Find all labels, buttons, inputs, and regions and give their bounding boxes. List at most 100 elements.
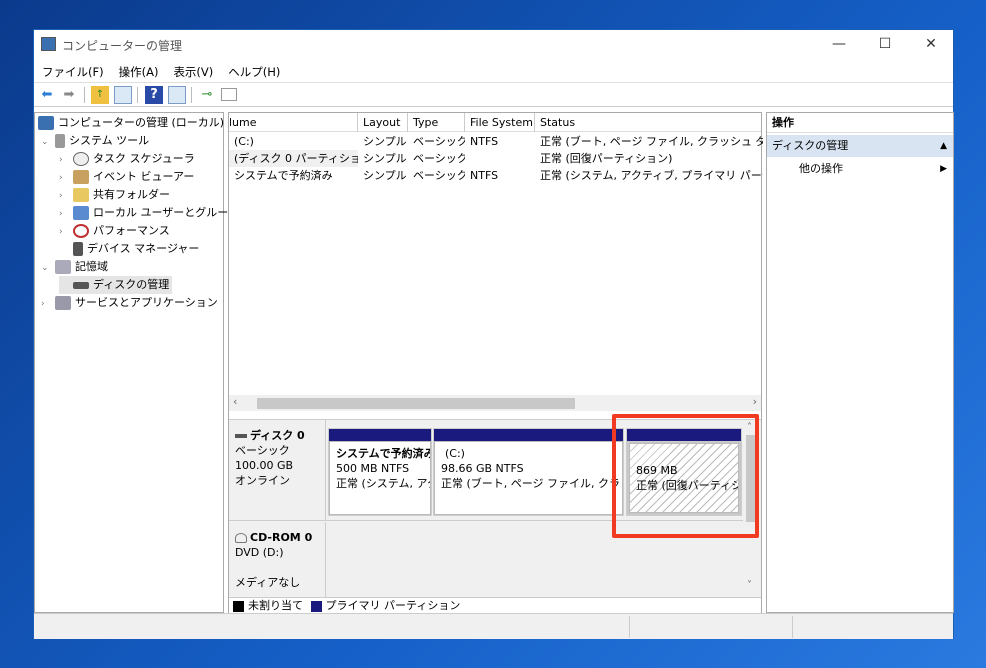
recovery-partition-highlight — [612, 414, 759, 538]
volume-cell: ベーシック — [413, 169, 465, 182]
chevron-down-icon[interactable]: ⌄ — [41, 259, 55, 277]
volume-cell: (ディスク 0 パーティション 3) — [229, 150, 358, 167]
tree-item-device-manager[interactable]: デバイス マネージャー — [59, 240, 199, 258]
tree-root[interactable]: コンピューターの管理 (ローカル) — [38, 114, 224, 132]
menu-file[interactable]: ファイル(F) — [34, 59, 111, 80]
column-status[interactable]: Status — [535, 113, 763, 132]
partition-size: 98.66 GB NTFS — [441, 462, 524, 475]
disk-icon — [235, 434, 247, 438]
help-icon[interactable]: ? — [145, 86, 163, 104]
status-bar — [34, 613, 953, 639]
partition-status: 正常 (システム, アク — [336, 477, 431, 490]
tree-label: イベント ビューアー — [93, 170, 195, 183]
properties-icon[interactable] — [221, 88, 237, 101]
volume-cell: (C:) — [234, 135, 254, 148]
cd-rom-icon — [235, 533, 247, 543]
volume-cell: NTFS — [470, 135, 499, 148]
title-bar: コンピューターの管理 — ☐ ✕ — [34, 30, 953, 59]
chevron-right-icon[interactable]: › — [41, 295, 55, 313]
tree-label: 記憶域 — [75, 260, 108, 273]
disk-0-label[interactable]: ディスク 0 ベーシック 100.00 GB オンライン — [229, 420, 326, 520]
tree-item-system-tools[interactable]: ⌄ システム ツール — [41, 132, 149, 150]
tree-item-local-users[interactable]: › ローカル ユーザーとグループ — [59, 204, 239, 222]
toolbar-separator — [84, 87, 85, 103]
collapse-arrow-icon[interactable]: ▲ — [940, 135, 947, 157]
column-type[interactable]: Type — [408, 113, 465, 132]
partition-c-drive[interactable]: (C:) 98.66 GB NTFS 正常 (ブート, ページ ファイル, クラ… — [433, 428, 624, 516]
volume-cell: 正常 (システム, アクティブ, プライマリ パーティショ — [540, 169, 763, 182]
volume-row[interactable]: システムで予約済み シンプル ベーシック NTFS 正常 (システム, アクティブ, プ… — [229, 167, 763, 184]
cdrom-0-label[interactable]: CD-ROM 0 DVD (D:) メディアなし — [229, 522, 326, 597]
scroll-down-arrow[interactable]: ˅ — [747, 580, 752, 591]
tree-label: ローカル ユーザーとグループ — [93, 206, 239, 219]
scrollbar-thumb[interactable] — [257, 398, 575, 409]
back-arrow-icon[interactable]: ⬅ — [38, 86, 56, 104]
scroll-left-arrow[interactable]: ‹ — [233, 395, 237, 408]
volume-cell: ベーシック — [413, 135, 465, 148]
column-volume[interactable]: lume — [229, 113, 358, 132]
tree-item-task-scheduler[interactable]: › タスク スケジューラ — [59, 150, 195, 168]
volume-cell: 正常 (回復パーティション) — [540, 152, 673, 165]
unallocated-swatch — [233, 600, 244, 612]
scroll-right-arrow[interactable]: › — [753, 395, 757, 408]
legend: 未割り当て プライマリ パーティション — [229, 597, 761, 613]
menu-bar: ファイル(F) 操作(A) 表示(V) ヘルプ(H) — [34, 59, 953, 83]
computer-management-icon — [41, 37, 56, 51]
volume-cell: ベーシック — [413, 152, 465, 165]
tree-item-services-applications[interactable]: › サービスとアプリケーション — [41, 294, 218, 312]
tree-item-shared-folders[interactable]: › 共有フォルダー — [59, 186, 170, 204]
clock-icon — [73, 152, 89, 166]
partition-name: システムで予約済み — [336, 447, 431, 460]
close-button[interactable]: ✕ — [908, 30, 954, 59]
show-hide-action-pane-icon[interactable] — [168, 86, 186, 104]
show-hide-tree-icon[interactable] — [114, 86, 132, 104]
volume-row[interactable]: (ディスク 0 パーティション 3) シンプルベーシック 正常 (回復パーティション… — [229, 150, 761, 167]
disk-state: メディアなし — [235, 576, 301, 589]
tree-item-event-viewer[interactable]: › イベント ビューアー — [59, 168, 194, 186]
partition-size: 500 MB NTFS — [336, 462, 410, 475]
tree-label: ディスクの管理 — [93, 278, 170, 291]
up-folder-icon[interactable]: ↑ — [91, 86, 109, 104]
tree-label: システム ツール — [69, 134, 150, 147]
chevron-right-icon[interactable]: › — [59, 151, 73, 169]
navigation-tree: コンピューターの管理 (ローカル) ⌄ システム ツール › タスク スケジューラ … — [34, 112, 239, 613]
actions-section-disk-management[interactable]: ディスクの管理 ▲ — [767, 135, 953, 157]
status-divider — [629, 616, 630, 638]
volume-cell: シンプル — [363, 135, 407, 148]
toolbar: ⬅ ➡ ↑ ? ⊸ — [34, 83, 953, 107]
partition-body: (C:) 98.66 GB NTFS 正常 (ブート, ページ ファイル, クラ… — [434, 441, 623, 515]
menu-view[interactable]: 表示(V) — [165, 59, 220, 80]
storage-icon — [55, 260, 71, 274]
volume-cell: 正常 (ブート, ページ ファイル, クラッシュ ダンプ, プ — [540, 135, 763, 148]
tree-item-performance[interactable]: › パフォーマンス — [59, 222, 170, 240]
tree-item-storage[interactable]: ⌄ 記憶域 — [41, 258, 108, 276]
volume-cell: シンプル — [363, 169, 407, 182]
primary-partition-swatch — [310, 600, 322, 612]
connect-icon[interactable]: ⊸ — [198, 86, 216, 104]
forward-arrow-icon[interactable]: ➡ — [60, 86, 78, 104]
more-actions-item[interactable]: 他の操作 ▶ — [767, 159, 953, 179]
performance-icon — [73, 224, 89, 238]
column-file-system[interactable]: File System — [465, 113, 535, 132]
chevron-right-icon[interactable]: › — [59, 187, 73, 205]
partition-name: (C:) — [445, 447, 465, 460]
tree-item-disk-management[interactable]: ディスクの管理 — [59, 276, 173, 294]
column-layout[interactable]: Layout — [358, 113, 408, 132]
toolbar-separator — [191, 87, 192, 103]
more-actions-label: 他の操作 — [799, 162, 843, 175]
volume-row[interactable]: (C:) シンプル ベーシック NTFS 正常 (ブート, ページ ファイル, クラッシ… — [229, 133, 763, 150]
chevron-down-icon[interactable]: ⌄ — [41, 133, 55, 151]
menu-help[interactable]: ヘルプ(H) — [220, 59, 287, 80]
chevron-right-icon[interactable]: › — [59, 223, 73, 241]
partition-status: 正常 (ブート, ページ ファイル, クラッシュ — [441, 477, 622, 490]
partition-system-reserved[interactable]: システムで予約済み 500 MB NTFS 正常 (システム, アク — [328, 428, 432, 516]
menu-action[interactable]: 操作(A) — [111, 59, 166, 80]
computer-icon — [38, 116, 54, 130]
maximize-button[interactable]: ☐ — [862, 30, 908, 59]
minimize-button[interactable]: — — [816, 30, 862, 59]
disk-name: ディスク 0 — [250, 429, 305, 442]
chevron-right-icon[interactable]: › — [59, 169, 73, 187]
disk-type: ベーシック — [235, 444, 290, 457]
horizontal-scrollbar[interactable]: ‹ › — [229, 395, 761, 411]
chevron-right-icon[interactable]: › — [59, 205, 73, 223]
